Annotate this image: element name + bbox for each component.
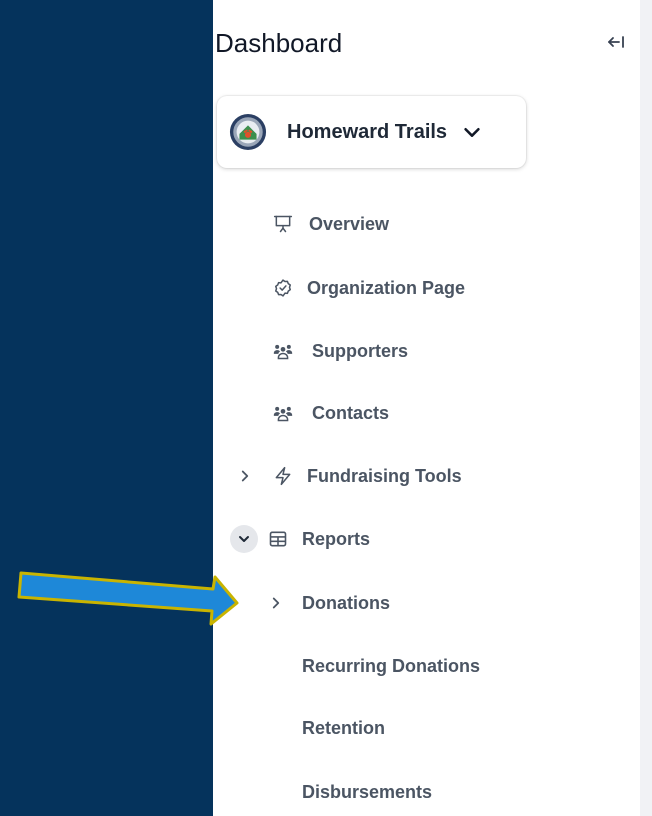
users-icon [273, 341, 293, 361]
nav-label-recurring-donations: Recurring Donations [302, 655, 481, 676]
nav-label-fundraising-tools: Fundraising Tools [307, 465, 462, 486]
nav-item-supporters[interactable]: Supporters [273, 334, 408, 368]
lightning-icon [273, 466, 293, 486]
presentation-icon [273, 214, 293, 234]
chevron-down-icon[interactable] [230, 525, 258, 553]
chevron-right-icon[interactable] [235, 466, 255, 486]
organization-switcher[interactable]: Homeward Trails [217, 96, 526, 168]
nav-item-contacts[interactable]: Contacts [273, 396, 389, 430]
nav-item-disbursements[interactable]: Disbursements [302, 775, 432, 809]
org-logo-icon [229, 113, 267, 151]
nav-item-retention[interactable]: Retention [302, 711, 385, 745]
nav-label-contacts: Contacts [312, 402, 390, 423]
badge-check-icon [273, 278, 293, 298]
table-icon [268, 529, 288, 549]
chevron-down-icon [461, 121, 483, 143]
nav-item-reports[interactable]: Reports [230, 522, 370, 556]
page-title: Dashboard [215, 28, 343, 58]
nav-label-retention: Retention [302, 717, 385, 738]
nav-item-overview[interactable]: Overview [273, 207, 389, 241]
nav-label-overview: Overview [309, 213, 390, 234]
collapse-left-icon [608, 36, 624, 48]
nav-item-organization-page[interactable]: Organization Page [273, 271, 465, 305]
nav-item-recurring-donations[interactable]: Recurring Donations [302, 649, 480, 683]
chevron-right-icon[interactable] [266, 593, 286, 613]
users-icon [273, 403, 293, 423]
main-content-edge [640, 0, 652, 816]
nav-item-donations[interactable]: Donations [266, 586, 390, 620]
background-panel [0, 0, 213, 816]
nav-label-disbursements: Disbursements [302, 781, 433, 802]
nav-item-fundraising-tools[interactable]: Fundraising Tools [235, 459, 462, 493]
nav-label-supporters: Supporters [312, 340, 409, 361]
nav-label-reports: Reports [302, 528, 371, 549]
nav-label-donations: Donations [302, 592, 390, 613]
collapse-sidebar-button[interactable] [604, 30, 628, 54]
nav-label-organization-page: Organization Page [307, 277, 466, 298]
org-name: Homeward Trails [287, 120, 448, 143]
